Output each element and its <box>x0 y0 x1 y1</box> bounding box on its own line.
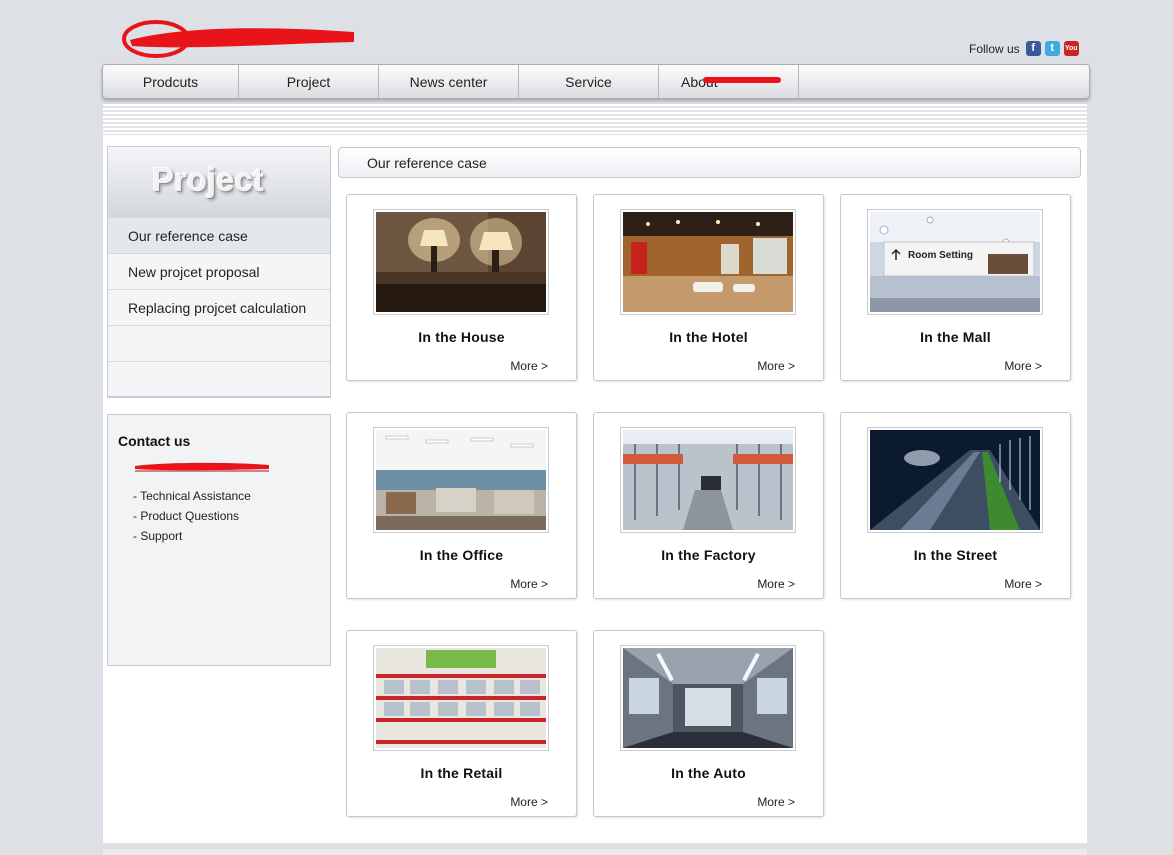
facebook-icon[interactable]: f <box>1025 41 1041 56</box>
sidebar-item-reference-case[interactable]: Our reference case <box>108 217 330 253</box>
email-redacted[interactable] <box>133 459 271 472</box>
main-nav: Prodcuts Project News center Service Abo… <box>102 64 1090 99</box>
nav-label: Service <box>565 73 612 90</box>
decorative-band <box>103 104 1087 134</box>
contact-box: Contact us - Technical Assistance - Prod… <box>107 414 331 666</box>
case-photo-factory[interactable] <box>620 427 796 533</box>
contact-link-support[interactable]: - Support <box>133 529 251 549</box>
case-card-mall[interactable]: Room Setting In the Mall More > <box>840 194 1071 381</box>
nav-label: Project <box>286 73 331 90</box>
content-heading: Our reference case <box>338 147 1081 178</box>
case-card-retail[interactable]: In the Retail More > <box>346 630 577 817</box>
case-photo-street[interactable] <box>867 427 1043 533</box>
sidebar-header: Project <box>107 146 331 217</box>
more-link[interactable]: More > <box>1004 577 1042 591</box>
case-photo-retail[interactable] <box>373 645 549 751</box>
nav-label: News center <box>409 73 488 90</box>
case-photo-mall[interactable]: Room Setting <box>867 209 1043 315</box>
sidebar-item-label: New projcet proposal <box>128 263 260 280</box>
sidebar-item-label: Replacing projcet calculation <box>128 299 307 316</box>
case-card-hotel[interactable]: In the Hotel More > <box>593 194 824 381</box>
footer-strip <box>103 849 1087 855</box>
follow-us-label: Follow us <box>969 41 1020 56</box>
photo-sign-text: Room Setting <box>908 250 973 261</box>
sidebar-item-empty[interactable] <box>108 361 330 397</box>
case-card-auto[interactable]: In the Auto More > <box>593 630 824 817</box>
contact-link-product-questions[interactable]: - Product Questions <box>133 509 251 529</box>
case-title[interactable]: In the Street <box>841 547 1070 563</box>
sidebar-item-label: Our reference case <box>128 227 248 244</box>
case-title[interactable]: In the House <box>347 329 576 345</box>
follow-us: Follow us f t You <box>969 41 1079 56</box>
contact-title: Contact us <box>118 433 191 449</box>
sidebar-item-replacing-project-calculation[interactable]: Replacing projcet calculation <box>108 289 330 325</box>
more-link[interactable]: More > <box>757 577 795 591</box>
more-link[interactable]: More > <box>510 795 548 809</box>
nav-label: Prodcuts <box>142 73 199 90</box>
case-card-house[interactable]: In the House More > <box>346 194 577 381</box>
youtube-icon[interactable]: You <box>1063 41 1079 56</box>
more-link[interactable]: More > <box>510 359 548 373</box>
case-title[interactable]: In the Auto <box>594 765 823 781</box>
logo-redacted <box>122 18 356 60</box>
case-photo-house[interactable] <box>373 209 549 315</box>
nav-item-service[interactable]: Service <box>519 65 659 98</box>
sidebar-item-new-project-proposal[interactable]: New projcet proposal <box>108 253 330 289</box>
case-photo-auto[interactable] <box>620 645 796 751</box>
nav-item-products[interactable]: Prodcuts <box>103 65 239 98</box>
sidebar-menu: Our reference case New projcet proposal … <box>107 217 331 398</box>
more-link[interactable]: More > <box>510 577 548 591</box>
case-card-office[interactable]: In the Office More > <box>346 412 577 599</box>
case-photo-hotel[interactable] <box>620 209 796 315</box>
case-title[interactable]: In the Retail <box>347 765 576 781</box>
case-title[interactable]: In the Mall <box>841 329 1070 345</box>
sidebar-title: Project <box>152 161 264 198</box>
redaction-mark <box>703 77 781 83</box>
case-title[interactable]: In the Factory <box>594 547 823 563</box>
more-link[interactable]: More > <box>757 359 795 373</box>
contact-links: - Technical Assistance - Product Questio… <box>133 489 251 549</box>
more-link[interactable]: More > <box>757 795 795 809</box>
more-link[interactable]: More > <box>1004 359 1042 373</box>
twitter-icon[interactable]: t <box>1044 41 1060 56</box>
case-title[interactable]: In the Office <box>347 547 576 563</box>
nav-item-project[interactable]: Project <box>239 65 379 98</box>
case-title[interactable]: In the Hotel <box>594 329 823 345</box>
nav-item-about[interactable]: About <box>659 65 799 98</box>
case-card-street[interactable]: In the Street More > <box>840 412 1071 599</box>
sidebar-item-empty[interactable] <box>108 325 330 361</box>
nav-item-news-center[interactable]: News center <box>379 65 519 98</box>
contact-link-technical-assistance[interactable]: - Technical Assistance <box>133 489 251 509</box>
case-card-factory[interactable]: In the Factory More > <box>593 412 824 599</box>
case-photo-office[interactable] <box>373 427 549 533</box>
content-heading-label: Our reference case <box>367 154 487 171</box>
